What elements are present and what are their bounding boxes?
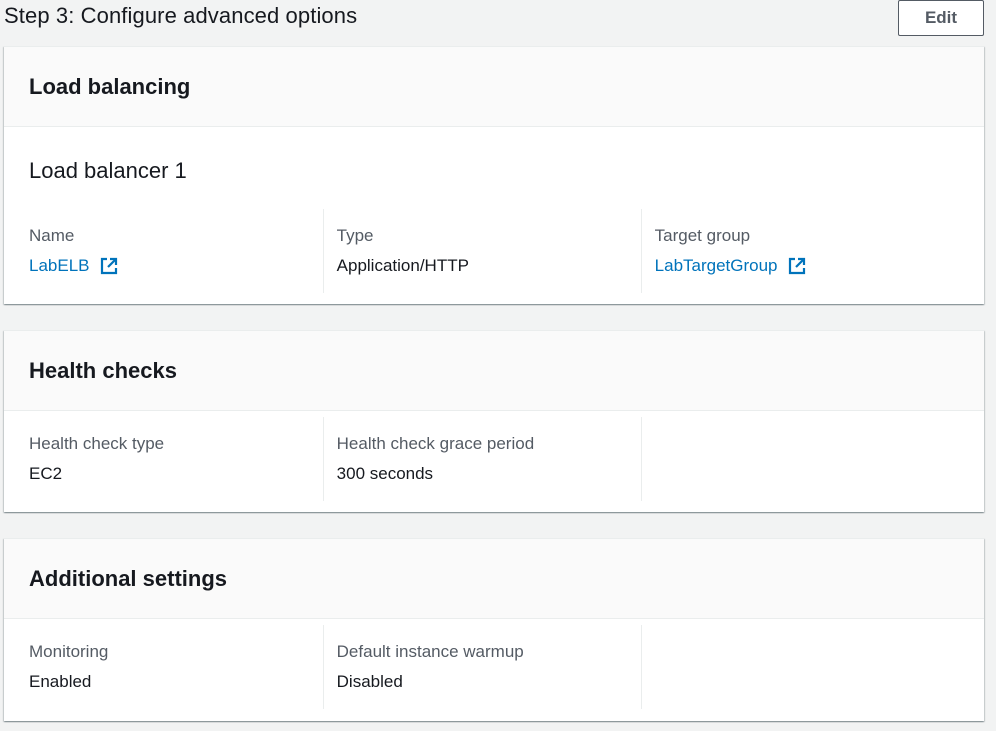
- additional-settings-card: Additional settings Monitoring Enabled D…: [4, 538, 984, 721]
- page: Step 3: Configure advanced options Edit …: [0, 0, 996, 731]
- monitoring-column: Monitoring Enabled: [4, 625, 323, 709]
- health-check-type-label: Health check type: [29, 434, 165, 453]
- monitoring-value: Enabled: [29, 672, 92, 691]
- target-group-link[interactable]: LabTargetGroup: [655, 256, 806, 276]
- external-link-icon: [100, 257, 117, 275]
- step-header: Step 3: Configure advanced options Edit: [0, 0, 996, 46]
- target-group-text: LabTargetGroup: [654, 256, 778, 275]
- empty-column: [640, 417, 960, 501]
- grace-period-value: 300 seconds: [336, 464, 434, 483]
- external-link-icon: [788, 257, 805, 275]
- name-column: Name LabELB: [4, 209, 323, 293]
- warmup-label: Default instance warmup: [336, 642, 524, 661]
- health-checks-title: Health checks: [29, 357, 177, 383]
- step-title: Step 3: Configure advanced options: [4, 3, 358, 28]
- health-check-type-column: Health check type EC2: [4, 417, 323, 501]
- target-group-column: Target group LabTargetGroup: [640, 209, 960, 293]
- additional-settings-header: Additional settings: [4, 539, 984, 619]
- empty-column: [640, 625, 960, 709]
- additional-settings-title: Additional settings: [29, 565, 227, 591]
- health-checks-fields: Health check type EC2 Health check grace…: [4, 417, 984, 501]
- load-balancer-subtitle: Load balancer 1: [29, 158, 187, 183]
- target-group-label: Target group: [654, 226, 751, 245]
- type-value: Application/HTTP: [336, 256, 469, 275]
- health-checks-header: Health checks: [4, 331, 984, 411]
- load-balancer-fields: Name LabELB Type Application/HTTP Target…: [4, 209, 984, 293]
- load-balancer-name-link[interactable]: LabELB: [29, 256, 118, 276]
- load-balancing-card: Load balancing Load balancer 1 Name LabE…: [4, 46, 984, 304]
- health-check-type-value: EC2: [29, 464, 63, 483]
- warmup-value: Disabled: [336, 672, 403, 691]
- type-column: Type Application/HTTP: [322, 209, 641, 293]
- load-balancing-header: Load balancing: [4, 47, 984, 127]
- edit-button[interactable]: Edit: [898, 0, 984, 36]
- load-balancing-title: Load balancing: [29, 73, 191, 99]
- health-checks-card: Health checks Health check type EC2 Heal…: [4, 330, 984, 512]
- grace-period-label: Health check grace period: [336, 434, 535, 453]
- warmup-column: Default instance warmup Disabled: [322, 625, 641, 709]
- additional-settings-fields: Monitoring Enabled Default instance warm…: [4, 625, 984, 709]
- name-label: Name: [29, 226, 75, 245]
- load-balancer-name-text: LabELB: [29, 256, 90, 275]
- monitoring-label: Monitoring: [29, 642, 109, 661]
- type-label: Type: [336, 226, 374, 245]
- grace-period-column: Health check grace period 300 seconds: [322, 417, 641, 501]
